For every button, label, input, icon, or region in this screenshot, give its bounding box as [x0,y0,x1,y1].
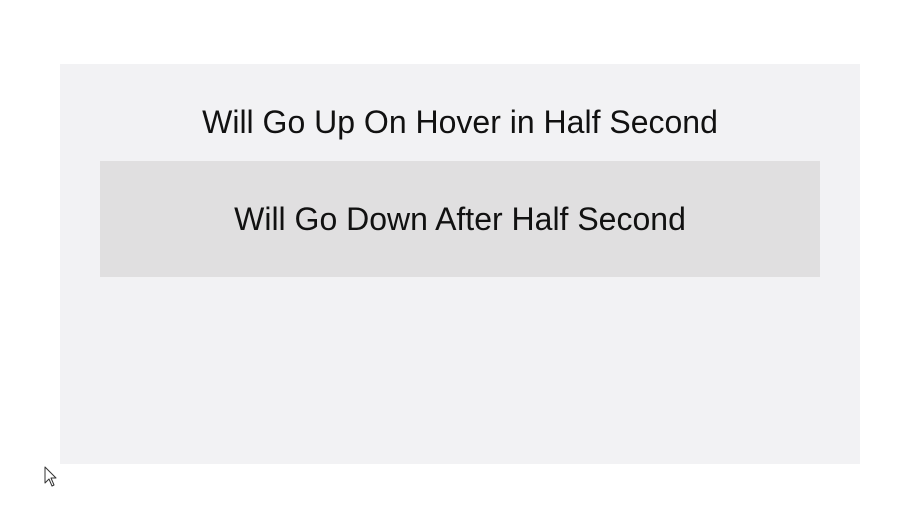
mouse-pointer-icon [44,466,57,487]
demo-container: Will Go Up On Hover in Half Second Will … [60,64,860,464]
hover-box-label: Will Go Down After Half Second [234,201,686,237]
hover-box[interactable]: Will Go Down After Half Second [100,161,820,277]
page: Will Go Up On Hover in Half Second Will … [0,0,922,532]
hover-heading: Will Go Up On Hover in Half Second [202,104,718,140]
